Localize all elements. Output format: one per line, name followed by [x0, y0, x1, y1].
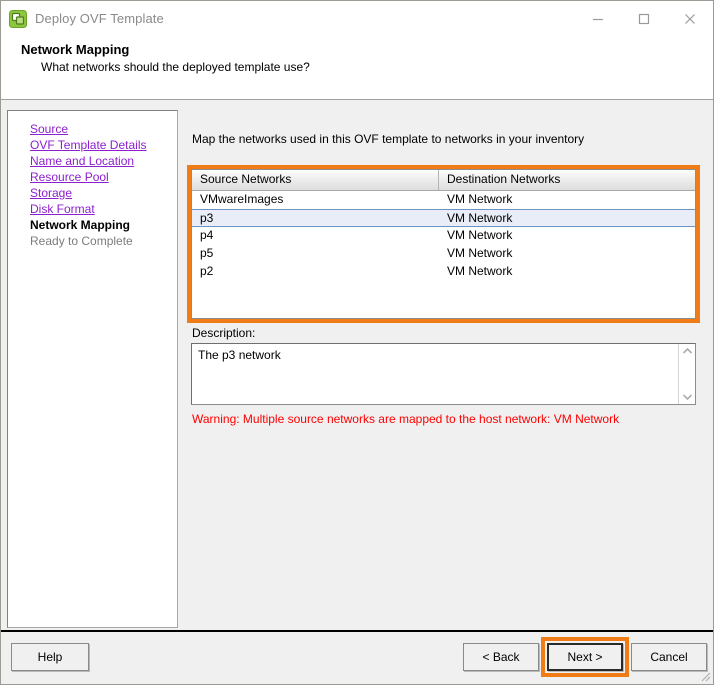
cell-source-network: VMwareImages [192, 191, 439, 209]
cell-destination-network[interactable]: VM Network [439, 245, 695, 263]
minimize-button[interactable] [575, 1, 621, 36]
dialog-footer: Help < Back Next > Cancel [1, 630, 713, 684]
window-controls [575, 1, 713, 36]
page-title: Network Mapping [21, 42, 129, 57]
network-mapping-table[interactable]: Source Networks Destination Networks VMw… [191, 169, 696, 319]
sidebar-item-ready-to-complete: Ready to Complete [30, 233, 133, 249]
sidebar-item-resource-pool[interactable]: Resource Pool [30, 169, 109, 185]
cancel-button[interactable]: Cancel [631, 643, 707, 671]
cell-source-network: p2 [192, 263, 439, 281]
sidebar-item-network-mapping: Network Mapping [30, 217, 130, 233]
description-box[interactable]: The p3 network [191, 343, 696, 405]
table-header-row: Source Networks Destination Networks [192, 170, 695, 191]
sidebar-item-disk-format[interactable]: Disk Format [30, 201, 95, 217]
page-subtitle: What networks should the deployed templa… [41, 60, 310, 74]
sidebar-item-ovf-template-details[interactable]: OVF Template Details [30, 137, 147, 153]
sidebar-item-storage[interactable]: Storage [30, 185, 72, 201]
back-button[interactable]: < Back [463, 643, 539, 671]
table-row[interactable]: p3 VM Network [192, 209, 695, 227]
description-scrollbar[interactable] [678, 344, 695, 404]
table-row[interactable]: p5 VM Network [192, 245, 695, 263]
table-row[interactable]: p4 VM Network [192, 227, 695, 245]
deploy-ovf-template-window: Deploy OVF Template Network Mapping What… [0, 0, 714, 685]
ovf-template-icon [9, 10, 27, 28]
cell-destination-network[interactable]: VM Network [439, 263, 695, 281]
table-row[interactable]: VMwareImages VM Network [192, 191, 695, 209]
cell-destination-network[interactable]: VM Network [439, 227, 695, 245]
column-header-source-networks[interactable]: Source Networks [192, 170, 439, 190]
next-button[interactable]: Next > [547, 643, 623, 671]
cell-source-network: p4 [192, 227, 439, 245]
description-label: Description: [192, 326, 255, 340]
title-bar: Deploy OVF Template [1, 1, 713, 36]
intro-text: Map the networks used in this OVF templa… [192, 132, 584, 146]
dialog-body: Source OVF Template Details Name and Loc… [1, 101, 713, 630]
table-row[interactable]: p2 VM Network [192, 263, 695, 281]
cell-source-network: p3 [192, 210, 439, 226]
cell-source-network: p5 [192, 245, 439, 263]
scroll-up-icon[interactable] [682, 347, 693, 355]
column-header-destination-networks[interactable]: Destination Networks [439, 170, 695, 190]
close-button[interactable] [667, 1, 713, 36]
help-button[interactable]: Help [11, 643, 89, 671]
warning-message: Warning: Multiple source networks are ma… [192, 412, 619, 426]
window-title: Deploy OVF Template [35, 11, 164, 26]
page-header: Network Mapping What networks should the… [1, 36, 713, 100]
description-text: The p3 network [192, 344, 678, 404]
cell-destination-network[interactable]: VM Network [439, 210, 695, 226]
scroll-down-icon[interactable] [682, 393, 693, 401]
wizard-steps-sidebar: Source OVF Template Details Name and Loc… [7, 110, 178, 628]
content-pane: Map the networks used in this OVF templa… [187, 110, 705, 628]
maximize-button[interactable] [621, 1, 667, 36]
sidebar-item-name-and-location[interactable]: Name and Location [30, 153, 134, 169]
sidebar-item-source[interactable]: Source [30, 121, 68, 137]
cell-destination-network[interactable]: VM Network [439, 191, 695, 209]
